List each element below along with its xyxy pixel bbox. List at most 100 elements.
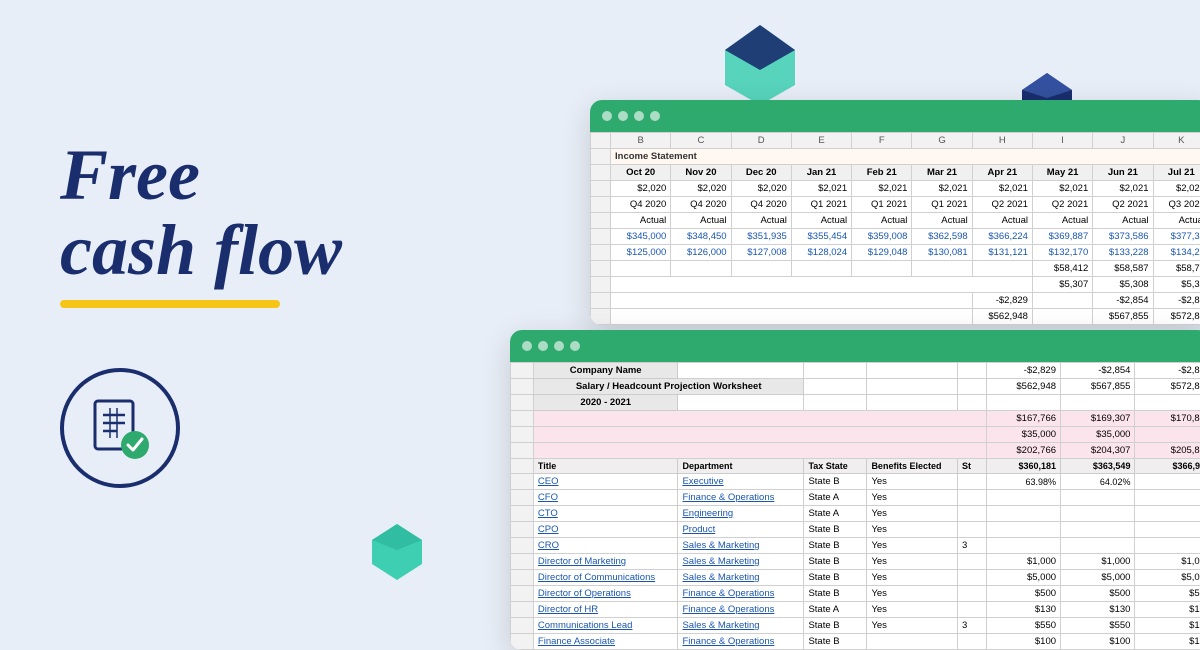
employee-title-dir-hr: Director of HR — [533, 602, 678, 618]
title-underline — [60, 300, 280, 308]
cell: $5,000 — [1061, 570, 1135, 586]
cell — [731, 261, 791, 277]
employee-dept-dir-mkt: Sales & Marketing — [678, 554, 804, 570]
row-num — [511, 443, 534, 459]
row-num — [591, 293, 611, 309]
window-header-top — [590, 100, 1200, 132]
cell — [678, 395, 804, 411]
employee-title-cpo: CPO — [533, 522, 678, 538]
period-mar21: Mar 21 — [912, 165, 972, 181]
row-num — [511, 395, 534, 411]
employee-sta-fin-assoc — [957, 634, 986, 650]
cell: $366,224 — [972, 229, 1032, 245]
cell: Actual — [611, 213, 671, 229]
cell: $2,020 — [611, 181, 671, 197]
worksheet-title-cell: Salary / Headcount Projection Worksheet — [533, 379, 804, 395]
cell — [1135, 395, 1200, 411]
icon-circle — [60, 368, 180, 488]
cell: $1,00 — [1135, 554, 1200, 570]
employee-title-fin-assoc: Finance Associate — [533, 634, 678, 650]
employee-sta-cpo — [957, 522, 986, 538]
row-num — [591, 181, 611, 197]
cell: Q2 2021 — [972, 197, 1032, 213]
row-num — [591, 309, 611, 325]
cell: Q4 2020 — [671, 197, 731, 213]
cell: Q4 2020 — [731, 197, 791, 213]
employee-dept-dir-ops: Finance & Operations — [678, 586, 804, 602]
row-num — [511, 379, 534, 395]
col-k: K — [1153, 133, 1200, 149]
employee-title-dir-ops: Director of Operations — [533, 586, 678, 602]
employee-sta-cto — [957, 506, 986, 522]
cell — [972, 261, 1032, 277]
employee-benefits-cfo: Yes — [867, 490, 958, 506]
cell: $355,454 — [791, 229, 851, 245]
cell — [611, 293, 973, 309]
employee-state-cto: State A — [804, 506, 867, 522]
cell: Actual — [912, 213, 972, 229]
row-num — [511, 554, 534, 570]
window-dot-2 — [618, 111, 628, 121]
cell: $1,000 — [1061, 554, 1135, 570]
employee-sta-comm-lead: 3 — [957, 618, 986, 634]
cell — [804, 379, 867, 395]
cell — [804, 395, 867, 411]
cell: $572,80 — [1153, 309, 1200, 325]
period-oct20: Oct 20 — [611, 165, 671, 181]
cell: $134,29 — [1153, 245, 1200, 261]
section-income-statement: Income Statement — [611, 149, 1200, 165]
cell: $2,021 — [791, 181, 851, 197]
employee-state-dir-comm: State B — [804, 570, 867, 586]
employee-title-cro: CRO — [533, 538, 678, 554]
cell — [1032, 293, 1092, 309]
cell: $126,000 — [671, 245, 731, 261]
row-num — [511, 411, 534, 427]
cell — [1135, 474, 1200, 490]
company-name-cell: Company Name — [533, 363, 678, 379]
cell: $204,307 — [1061, 443, 1135, 459]
cell: Actual — [791, 213, 851, 229]
cell: $2,021 — [1093, 181, 1153, 197]
cell: $58,412 — [1032, 261, 1092, 277]
cell — [986, 538, 1060, 554]
employee-sta-dir-comm — [957, 570, 986, 586]
col-header-taxstate: Tax State — [804, 459, 867, 474]
row-num — [511, 538, 534, 554]
employee-title-ceo: CEO — [533, 474, 678, 490]
cell: -$2,87 — [1153, 293, 1200, 309]
cell — [852, 261, 912, 277]
cell: -$2,854 — [1093, 293, 1153, 309]
cell: $58,587 — [1093, 261, 1153, 277]
employee-benefits-dir-mkt: Yes — [867, 554, 958, 570]
cell — [957, 379, 986, 395]
employee-sta-ceo — [957, 474, 986, 490]
period-apr21: Apr 21 — [972, 165, 1032, 181]
cell — [1061, 538, 1135, 554]
spreadsheet-bottom: Company Name -$2,829 -$2,854 -$2,87 Sala… — [510, 330, 1200, 650]
row-num — [511, 490, 534, 506]
cell: $35,000 — [1061, 427, 1135, 443]
employee-sta-dir-mkt — [957, 554, 986, 570]
cell: Q1 2021 — [852, 197, 912, 213]
employee-state-cro: State B — [804, 538, 867, 554]
cell: $170,86 — [1135, 411, 1200, 427]
spreadsheet-top: B C D E F G H I J K Income Statement — [590, 100, 1200, 325]
row-num — [511, 602, 534, 618]
cell: -$2,854 — [1061, 363, 1135, 379]
employee-sta-cro: 3 — [957, 538, 986, 554]
employee-state-dir-hr: State A — [804, 602, 867, 618]
cell: $100 — [986, 634, 1060, 650]
cell — [1061, 490, 1135, 506]
row-num — [511, 459, 534, 474]
cell: $359,008 — [852, 229, 912, 245]
employee-state-fin-assoc: State B — [804, 634, 867, 650]
cell — [957, 395, 986, 411]
cell: $130 — [1061, 602, 1135, 618]
document-check-icon — [85, 393, 155, 463]
row-num — [511, 522, 534, 538]
col-header-title: Title — [533, 459, 678, 474]
row-num — [511, 474, 534, 490]
cell: $562,948 — [972, 309, 1032, 325]
cell: $500 — [986, 586, 1060, 602]
employee-state-cpo: State B — [804, 522, 867, 538]
